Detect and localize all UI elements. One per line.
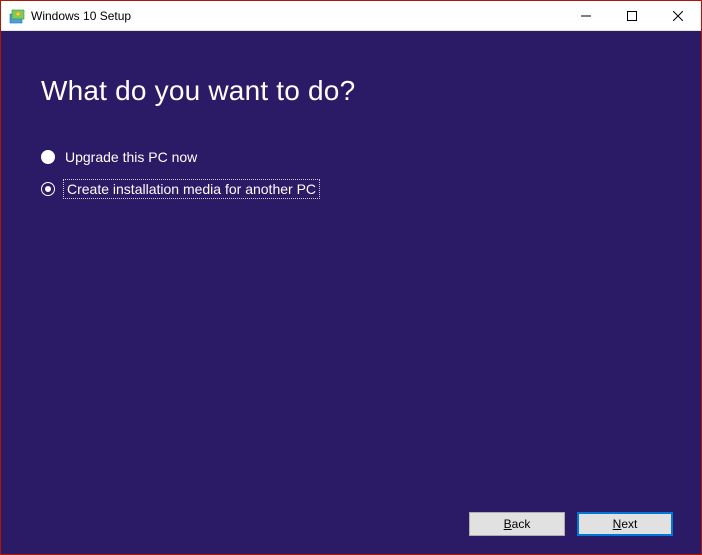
next-button[interactable]: Next [577,512,673,536]
radio-icon [41,182,55,196]
close-button[interactable] [655,1,701,31]
maximize-button[interactable] [609,1,655,31]
option-label: Upgrade this PC now [65,149,197,165]
options-group: Upgrade this PC now Create installation … [41,149,318,213]
client-area: What do you want to do? Upgrade this PC … [1,31,701,554]
page-heading: What do you want to do? [41,75,355,107]
back-button[interactable]: Back [469,512,565,536]
window-title: Windows 10 Setup [31,9,131,23]
minimize-button[interactable] [563,1,609,31]
titlebar: Windows 10 Setup [1,1,701,31]
option-create-installation-media[interactable]: Create installation media for another PC [41,181,318,197]
option-upgrade-this-pc[interactable]: Upgrade this PC now [41,149,318,165]
radio-icon [41,150,55,164]
option-label: Create installation media for another PC [65,181,318,197]
footer-buttons: Back Next [469,512,673,536]
app-icon [9,8,25,24]
